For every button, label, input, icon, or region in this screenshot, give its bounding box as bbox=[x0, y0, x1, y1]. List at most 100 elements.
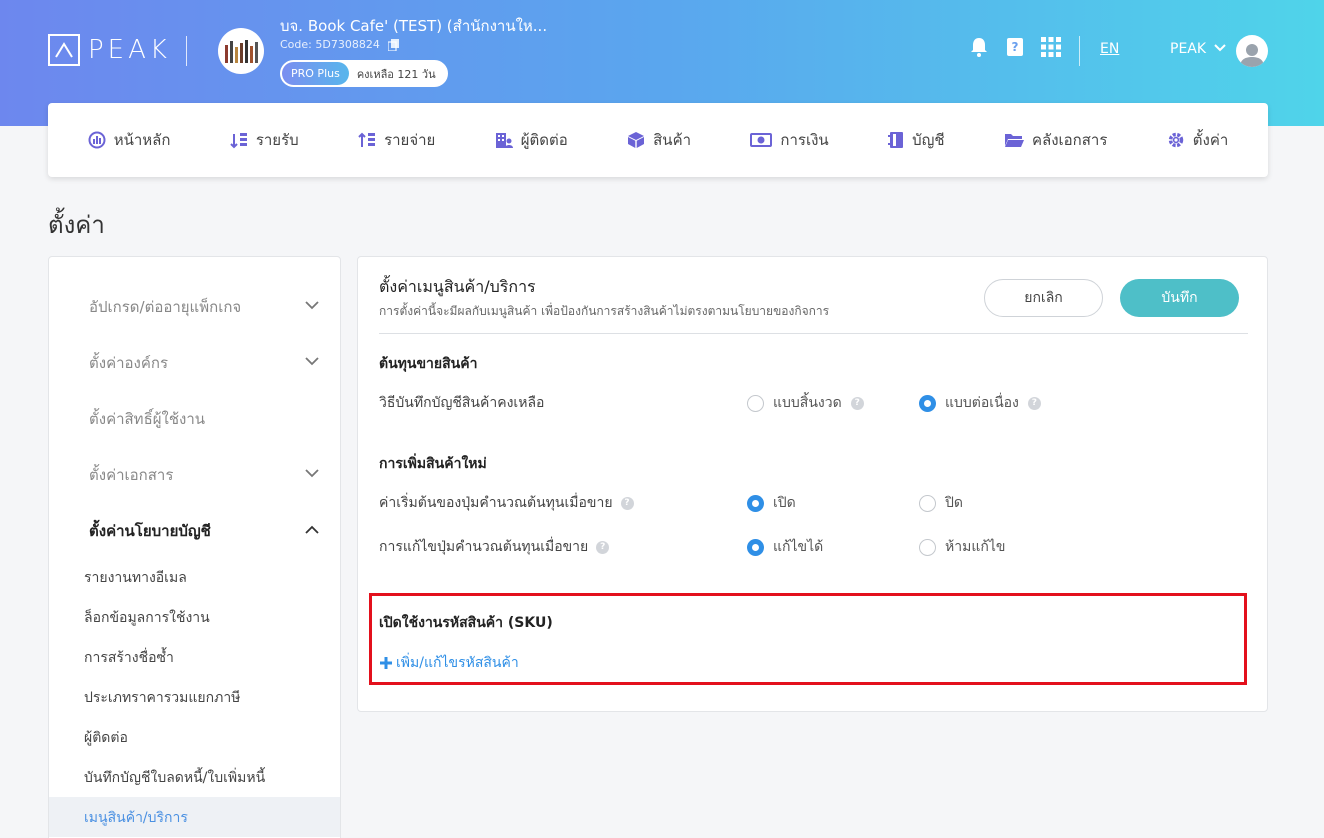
chevron-down-icon[interactable] bbox=[305, 469, 319, 478]
header-divider-right bbox=[1079, 36, 1080, 66]
chevron-down-icon[interactable] bbox=[305, 357, 319, 366]
sidebar-group-documents[interactable]: ตั้งค่าเอกสาร bbox=[89, 463, 173, 487]
inventory-method-label: วิธีบันทึกบัญชีสินค้าคงเหลือ bbox=[379, 392, 544, 414]
sidebar-group-user-rights[interactable]: ตั้งค่าสิทธิ์ผู้ใช้งาน bbox=[89, 407, 205, 431]
user-icon bbox=[1240, 44, 1264, 67]
radio-label: แบบสิ้นงวด bbox=[773, 395, 842, 411]
nav-item-settings[interactable]: ตั้งค่า bbox=[1167, 128, 1229, 152]
chevron-down-icon[interactable] bbox=[305, 301, 319, 310]
gear-icon bbox=[1168, 132, 1184, 148]
panel-title: ตั้งค่าเมนูสินค้า/บริการ bbox=[379, 277, 536, 296]
cancel-button[interactable]: ยกเลิก bbox=[984, 279, 1103, 317]
logo-mark-icon bbox=[48, 34, 80, 66]
radio-not-editable[interactable]: ห้ามแก้ไข bbox=[919, 536, 1005, 558]
company-name[interactable]: บจ. Book Cafe' (TEST) (สำนักงานให... bbox=[280, 14, 547, 38]
user-name[interactable]: PEAK bbox=[1170, 41, 1206, 57]
save-button[interactable]: บันทึก bbox=[1120, 279, 1239, 317]
bookshelf-icon bbox=[224, 39, 258, 63]
book-icon bbox=[888, 132, 904, 148]
inventory-method-label-text: วิธีบันทึกบัญชีสินค้าคงเหลือ bbox=[379, 395, 545, 411]
settings-sidebar: อัปเกรด/ต่ออายุแพ็กเกจ ตั้งค่าองค์กร ตั้… bbox=[48, 256, 341, 838]
cost-calc-edit-label: การแก้ไขปุ่มคำนวณต้นทุนเมื่อขาย ? bbox=[379, 536, 610, 558]
sidebar-item-price-tax-type[interactable]: ประเภทราคารวมแยกภาษี bbox=[84, 687, 240, 709]
bell-icon[interactable] bbox=[968, 36, 990, 58]
header-divider bbox=[186, 36, 187, 66]
panel-divider bbox=[379, 333, 1248, 334]
chevron-up-icon[interactable] bbox=[305, 525, 319, 534]
radio-button-selected[interactable] bbox=[747, 494, 764, 512]
nav-label: รายจ่าย bbox=[384, 131, 436, 149]
nav-item-accounting[interactable]: บัญชี bbox=[888, 128, 945, 152]
settings-panel: ตั้งค่าเมนูสินค้า/บริการ การตั้งค่านี้จะ… bbox=[357, 256, 1268, 712]
company-avatar[interactable] bbox=[218, 28, 264, 74]
sidebar-group-upgrade[interactable]: อัปเกรด/ต่ออายุแพ็กเกจ bbox=[89, 295, 241, 319]
radio-label: ห้ามแก้ไข bbox=[945, 539, 1006, 555]
help-icon[interactable]: ? bbox=[1027, 396, 1041, 410]
cost-calc-default-label: ค่าเริ่มต้นของปุ่มคำนวณต้นทุนเมื่อขาย ? bbox=[379, 492, 634, 514]
nav-item-dashboard[interactable]: หน้าหลัก bbox=[88, 128, 171, 152]
help-icon[interactable]: ? bbox=[596, 540, 610, 554]
radio-perpetual[interactable]: แบบต่อเนื่อง ? bbox=[919, 392, 1041, 414]
nav-label: การเงิน bbox=[780, 131, 829, 149]
nav-item-products[interactable]: สินค้า bbox=[627, 128, 691, 152]
svg-text:?: ? bbox=[1012, 40, 1019, 54]
panel-subtitle: การตั้งค่านี้จะมีผลกับเมนูสินค้า เพื่อป้… bbox=[379, 304, 830, 318]
radio-cost-calc-off[interactable]: ปิด bbox=[919, 492, 963, 514]
cost-section-title: ต้นทุนขายสินค้า bbox=[379, 356, 478, 372]
page-title: ตั้งค่า bbox=[48, 211, 105, 239]
chevron-down-icon[interactable] bbox=[1214, 44, 1226, 52]
copy-icon[interactable] bbox=[387, 38, 399, 51]
plus-icon bbox=[380, 657, 392, 669]
nav-label: สินค้า bbox=[653, 131, 692, 149]
nav-label: หน้าหลัก bbox=[113, 131, 171, 149]
nav-label: บัญชี bbox=[912, 131, 945, 149]
main-nav: หน้าหลัก รายรับ รายจ่าย ผู้ติดต่อ สินค้า… bbox=[48, 103, 1268, 177]
help-icon[interactable]: ? bbox=[620, 496, 634, 510]
user-avatar[interactable] bbox=[1236, 35, 1268, 67]
company-code: Code: 5D7308824 bbox=[280, 38, 399, 51]
sidebar-item-credit-debit-note[interactable]: บันทึกบัญชีใบลดหนี้/ใบเพิ่มหนี้ bbox=[84, 767, 265, 789]
add-edit-sku-label: เพิ่ม/แก้ไขรหัสสินค้า bbox=[396, 655, 519, 671]
expense-icon bbox=[358, 132, 376, 147]
radio-editable[interactable]: แก้ไขได้ bbox=[747, 536, 823, 558]
sidebar-item-duplicate-name[interactable]: การสร้างชื่อซ้ำ bbox=[84, 647, 174, 669]
help-book-icon[interactable]: ? bbox=[1004, 36, 1026, 58]
radio-cost-calc-on[interactable]: เปิด bbox=[747, 492, 796, 514]
dashboard-icon bbox=[88, 131, 106, 149]
cost-calc-default-label-text: ค่าเริ่มต้นของปุ่มคำนวณต้นทุนเมื่อขาย bbox=[379, 495, 613, 511]
nav-label: รายรับ bbox=[255, 131, 299, 149]
plan-days-remaining: คงเหลือ 121 วัน bbox=[356, 67, 436, 81]
plan-pill[interactable]: PRO Plus คงเหลือ 121 วัน bbox=[280, 60, 448, 87]
sidebar-item-product-menu[interactable]: เมนูสินค้า/บริการ bbox=[84, 807, 188, 829]
radio-periodic[interactable]: แบบสิ้นงวด ? bbox=[747, 392, 864, 414]
nav-item-income[interactable]: รายรับ bbox=[230, 128, 299, 152]
radio-button-selected[interactable] bbox=[919, 394, 936, 412]
nav-item-documents[interactable]: คลังเอกสาร bbox=[1004, 128, 1107, 152]
sidebar-item-usage-log[interactable]: ล็อกข้อมูลการใช้งาน bbox=[84, 607, 210, 629]
plan-badge: PRO Plus bbox=[282, 62, 349, 85]
sidebar-item-contacts[interactable]: ผู้ติดต่อ bbox=[84, 727, 128, 749]
peak-logo[interactable]: PEAK bbox=[48, 34, 171, 66]
help-icon[interactable]: ? bbox=[850, 396, 864, 410]
company-code-text: Code: 5D7308824 bbox=[280, 38, 380, 51]
radio-label: แบบต่อเนื่อง bbox=[945, 395, 1019, 411]
apps-grid-icon[interactable] bbox=[1040, 36, 1062, 58]
radio-button[interactable] bbox=[919, 538, 936, 556]
radio-label: ปิด bbox=[945, 495, 963, 511]
nav-label: คลังเอกสาร bbox=[1031, 131, 1108, 149]
sidebar-group-accounting-policy[interactable]: ตั้งค่านโยบายบัญชี bbox=[89, 519, 211, 543]
nav-label: ตั้งค่า bbox=[1192, 131, 1229, 149]
radio-button[interactable] bbox=[747, 394, 764, 412]
nav-item-finance[interactable]: การเงิน bbox=[750, 128, 829, 152]
nav-item-expense[interactable]: รายจ่าย bbox=[358, 128, 435, 152]
add-edit-sku-link[interactable]: เพิ่ม/แก้ไขรหัสสินค้า bbox=[379, 652, 519, 674]
sidebar-group-organization[interactable]: ตั้งค่าองค์กร bbox=[89, 351, 168, 375]
language-switch[interactable]: EN bbox=[1100, 41, 1119, 57]
new-product-section-title: การเพิ่มสินค้าใหม่ bbox=[379, 456, 487, 472]
income-icon bbox=[230, 133, 247, 149]
sidebar-item-email-report[interactable]: รายงานทางอีเมล bbox=[84, 567, 187, 589]
radio-label: แก้ไขได้ bbox=[773, 539, 824, 555]
radio-button[interactable] bbox=[919, 494, 936, 512]
nav-item-contacts[interactable]: ผู้ติดต่อ bbox=[495, 128, 568, 152]
radio-button-selected[interactable] bbox=[747, 538, 764, 556]
